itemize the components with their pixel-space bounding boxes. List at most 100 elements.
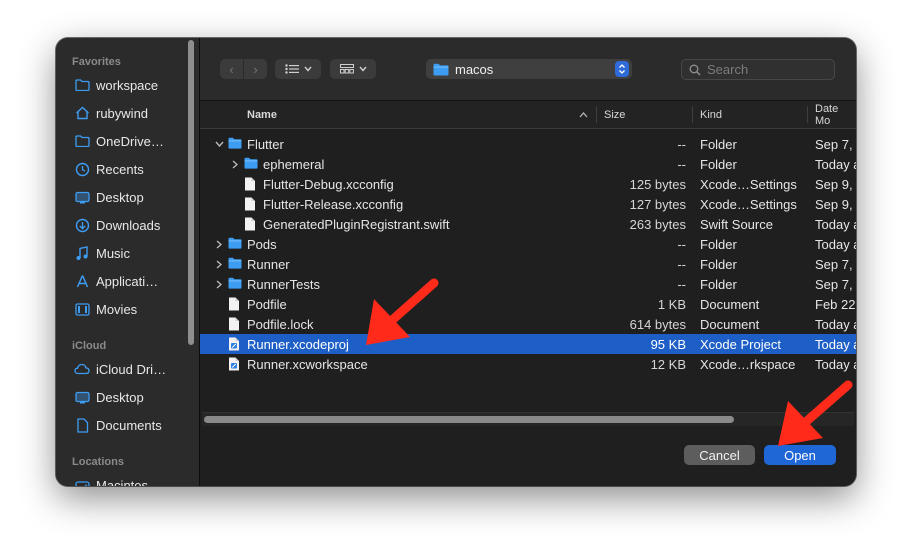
disclosure-collapsed-icon[interactable]: [214, 234, 224, 254]
column-name[interactable]: Name: [247, 101, 277, 128]
disclosure-collapsed-icon[interactable]: [214, 274, 224, 294]
file-date: Today a: [815, 156, 856, 172]
file-size: 125 bytes: [629, 176, 686, 192]
sidebar-item-label: Desktop: [96, 189, 144, 205]
file-icon: [244, 217, 258, 231]
file-kind: Folder: [700, 156, 737, 172]
chevron-down-icon: [358, 66, 367, 72]
disk-icon: [74, 477, 90, 486]
sidebar-item-downloads[interactable]: Downloads: [66, 213, 192, 237]
file-name: RunnerTests: [247, 276, 320, 292]
location-popup[interactable]: macos: [426, 59, 632, 79]
file-size: --: [677, 276, 686, 292]
file-size: 12 KB: [650, 356, 686, 372]
cancel-button[interactable]: Cancel: [684, 445, 755, 465]
file-date: Sep 7,: [815, 276, 853, 292]
back-button[interactable]: ‹: [220, 59, 243, 79]
sidebar-item-music[interactable]: Music: [66, 241, 192, 265]
file-size: 263 bytes: [629, 216, 686, 232]
file-kind: Xcode Project: [700, 336, 781, 352]
file-row[interactable]: Flutter-Debug.xcconfig 125 bytes Xcode…Set…: [200, 174, 856, 194]
file-size: 1 KB: [657, 296, 686, 312]
file-row[interactable]: Runner.xcworkspace 12 KB Xcode…rkspace Toda…: [200, 354, 856, 374]
file-date: Sep 7,: [815, 136, 853, 152]
sidebar-item-onedrive[interactable]: OneDrive…: [66, 129, 192, 153]
file-row[interactable]: Podfile.lock 614 bytes Document Today a: [200, 314, 856, 334]
search-field[interactable]: Search: [681, 59, 835, 80]
file-row[interactable]: GeneratedPluginRegistrant.swift 263 bytes…: [200, 214, 856, 234]
file-icon: [228, 317, 242, 331]
sidebar-item-desktop[interactable]: Desktop: [66, 385, 192, 409]
file-name: GeneratedPluginRegistrant.swift: [263, 216, 450, 232]
horizontal-scrollbar[interactable]: [202, 412, 854, 426]
sidebar-item-label: Documents: [96, 417, 162, 433]
file-row[interactable]: Runner -- Folder Sep 7,: [200, 254, 856, 274]
navigation-buttons: ‹ ›: [220, 59, 267, 79]
folder-icon: [228, 137, 242, 151]
sidebar-item-macintos[interactable]: Macintos…: [66, 473, 192, 486]
sidebar-item-label: Music: [96, 245, 130, 261]
file-row[interactable]: Podfile 1 KB Document Feb 22: [200, 294, 856, 314]
sidebar-item-icloud-dri[interactable]: iCloud Dri…: [66, 357, 192, 381]
download-icon: [74, 217, 90, 233]
movies-icon: [74, 301, 90, 317]
file-kind: Xcode…rkspace: [700, 356, 796, 372]
column-kind[interactable]: Kind: [700, 101, 722, 128]
sidebar-section-icloud: iCloud: [72, 340, 107, 352]
open-button[interactable]: Open: [764, 445, 836, 465]
sidebar-item-label: OneDrive…: [96, 133, 164, 149]
file-kind: Document: [700, 316, 760, 332]
file-row[interactable]: Pods -- Folder Today a: [200, 234, 856, 254]
sidebar-item-label: iCloud Dri…: [96, 361, 167, 377]
file-size: --: [677, 256, 686, 272]
file-kind: Folder: [700, 276, 737, 292]
file-name: Runner.xcodeproj: [247, 336, 349, 352]
file-name: Podfile: [247, 296, 287, 312]
file-date: Today a: [815, 336, 856, 352]
sidebar-item-documents[interactable]: Documents: [66, 413, 192, 437]
scrollbar-thumb[interactable]: [204, 416, 734, 423]
file-row[interactable]: RunnerTests -- Folder Sep 7,: [200, 274, 856, 294]
column-size[interactable]: Size: [604, 101, 625, 128]
folder-icon: [433, 63, 449, 75]
list-icon: [284, 64, 299, 74]
sidebar-item-applicati[interactable]: Applicati…: [66, 269, 192, 293]
grid-view-button[interactable]: [330, 59, 376, 79]
sidebar-item-rubywind[interactable]: rubywind: [66, 101, 192, 125]
document-icon: [74, 417, 90, 433]
sidebar-item-label: Macintos…: [96, 477, 162, 487]
file-kind: Folder: [700, 136, 737, 152]
sidebar-item-workspace[interactable]: workspace: [66, 73, 192, 97]
sidebar-item-desktop[interactable]: Desktop: [66, 185, 192, 209]
file-size: --: [677, 136, 686, 152]
column-header: Name Size Kind Date Mo: [200, 101, 856, 129]
cloud-icon: [74, 361, 90, 377]
file-date: Today a: [815, 216, 856, 232]
file-open-dialog: Favorites iCloud Locations workspace ruby…: [56, 38, 856, 486]
file-row[interactable]: Runner.xcodeproj 95 KB Xcode Project Today …: [200, 334, 856, 354]
sidebar-item-recents[interactable]: Recents: [66, 157, 192, 181]
sidebar-item-label: Desktop: [96, 389, 144, 405]
file-icon: [244, 197, 258, 211]
list-view-button[interactable]: [275, 59, 321, 79]
chevron-down-icon: [303, 66, 312, 72]
file-row[interactable]: Flutter -- Folder Sep 7,: [200, 134, 856, 154]
folder-icon: [244, 157, 258, 171]
file-row[interactable]: ephemeral -- Folder Today a: [200, 154, 856, 174]
forward-button[interactable]: ›: [244, 59, 267, 79]
column-date-modified[interactable]: Date Mo: [815, 101, 856, 128]
sidebar-item-label: Downloads: [96, 217, 161, 233]
disclosure-expanded-icon[interactable]: [214, 134, 224, 154]
sidebar-item-movies[interactable]: Movies: [66, 297, 192, 321]
updown-chevron-icon: [615, 61, 629, 77]
disclosure-collapsed-icon[interactable]: [230, 154, 240, 174]
file-size: 95 KB: [650, 336, 686, 352]
folder-icon: [228, 257, 242, 271]
sidebar-item-label: workspace: [96, 77, 159, 93]
xcode-file-icon: [228, 357, 242, 371]
disclosure-collapsed-icon[interactable]: [214, 254, 224, 274]
file-name: ephemeral: [263, 156, 325, 172]
home-icon: [74, 105, 90, 121]
file-row[interactable]: Flutter-Release.xcconfig 127 bytes Xcode…S…: [200, 194, 856, 214]
sidebar-scrollbar[interactable]: [188, 40, 194, 345]
